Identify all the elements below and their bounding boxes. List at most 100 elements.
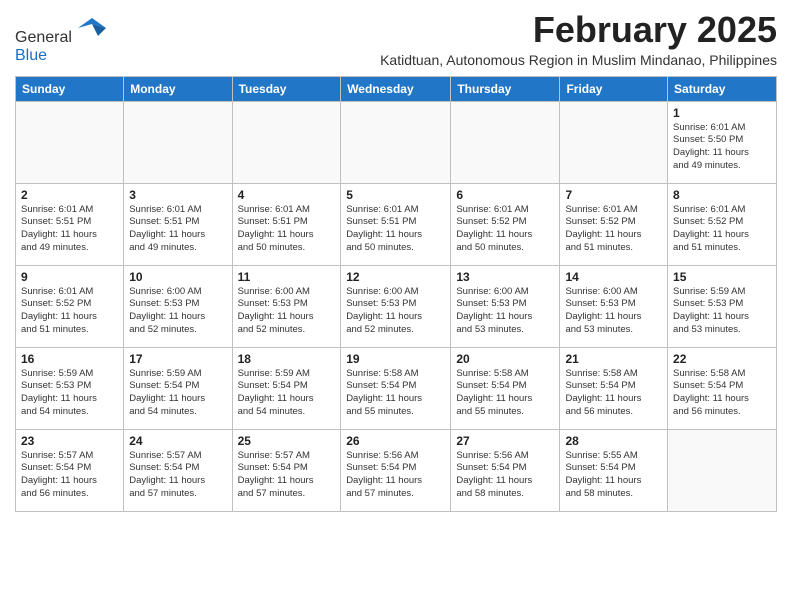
logo-general-text: General — [15, 29, 72, 46]
calendar-cell: 23 Sunrise: 5:57 AM Sunset: 5:54 PM Dayli… — [16, 429, 124, 511]
calendar-cell: 5 Sunrise: 6:01 AM Sunset: 5:51 PM Daylig… — [341, 183, 451, 265]
calendar-cell: 19 Sunrise: 5:58 AM Sunset: 5:54 PM Dayli… — [341, 347, 451, 429]
calendar-cell — [341, 101, 451, 183]
calendar-cell: 10 Sunrise: 6:00 AM Sunset: 5:53 PM Dayli… — [124, 265, 232, 347]
calendar-cell: 26Sunrise: 5:56 AM Sunset: 5:54 PM Dayli… — [341, 429, 451, 511]
page: General Blue February 2025 Katidtuan, Au… — [0, 0, 792, 522]
main-title: February 2025 — [380, 10, 777, 50]
calendar-cell: 18 Sunrise: 5:59 AM Sunset: 5:54 PM Dayli… — [232, 347, 341, 429]
day-info: Sunrise: 5:57 AM Sunset: 5:54 PM Dayligh… — [238, 450, 336, 501]
calendar-cell: 22 Sunrise: 5:58 AM Sunset: 5:54 PM Dayli… — [668, 347, 777, 429]
day-number: 5 — [346, 188, 445, 202]
day-info: Sunrise: 5:58 AM Sunset: 5:54 PM Dayligh… — [456, 368, 554, 419]
day-number: 27 — [456, 434, 554, 448]
logo-bird-icon — [78, 14, 106, 42]
col-header-tuesday: Tuesday — [232, 76, 341, 101]
day-number: 8 — [673, 188, 771, 202]
calendar-cell: 28Sunrise: 5:55 AM Sunset: 5:54 PM Dayli… — [560, 429, 668, 511]
day-number: 11 — [238, 270, 336, 284]
day-number: 23 — [21, 434, 118, 448]
week-row-3: 9 Sunrise: 6:01 AM Sunset: 5:52 PM Daylig… — [16, 265, 777, 347]
day-number: 22 — [673, 352, 771, 366]
col-header-sunday: Sunday — [16, 76, 124, 101]
calendar-cell: 27Sunrise: 5:56 AM Sunset: 5:54 PM Dayli… — [451, 429, 560, 511]
calendar-cell: 3 Sunrise: 6:01 AM Sunset: 5:51 PM Daylig… — [124, 183, 232, 265]
calendar-cell: 20 Sunrise: 5:58 AM Sunset: 5:54 PM Dayli… — [451, 347, 560, 429]
week-row-1: 1Sunrise: 6:01 AM Sunset: 5:50 PM Daylig… — [16, 101, 777, 183]
calendar-cell: 6 Sunrise: 6:01 AM Sunset: 5:52 PM Daylig… — [451, 183, 560, 265]
day-number: 26 — [346, 434, 445, 448]
calendar-cell — [232, 101, 341, 183]
calendar-cell — [124, 101, 232, 183]
day-info: Sunrise: 5:58 AM Sunset: 5:54 PM Dayligh… — [346, 368, 445, 419]
day-info: Sunrise: 6:01 AM Sunset: 5:52 PM Dayligh… — [673, 204, 771, 255]
calendar-table: SundayMondayTuesdayWednesdayThursdayFrid… — [15, 76, 777, 512]
day-number: 19 — [346, 352, 445, 366]
day-number: 4 — [238, 188, 336, 202]
logo-line1: General — [15, 14, 106, 47]
calendar-cell: 11Sunrise: 6:00 AM Sunset: 5:53 PM Dayli… — [232, 265, 341, 347]
col-header-friday: Friday — [560, 76, 668, 101]
day-info: Sunrise: 5:59 AM Sunset: 5:53 PM Dayligh… — [673, 286, 771, 337]
day-info: Sunrise: 6:00 AM Sunset: 5:53 PM Dayligh… — [129, 286, 226, 337]
header: General Blue February 2025 Katidtuan, Au… — [15, 10, 777, 68]
day-info: Sunrise: 6:01 AM Sunset: 5:51 PM Dayligh… — [238, 204, 336, 255]
day-info: Sunrise: 5:57 AM Sunset: 5:54 PM Dayligh… — [21, 450, 118, 501]
calendar-cell: 14 Sunrise: 6:00 AM Sunset: 5:53 PM Dayli… — [560, 265, 668, 347]
day-info: Sunrise: 6:00 AM Sunset: 5:53 PM Dayligh… — [346, 286, 445, 337]
day-number: 1 — [673, 106, 771, 120]
calendar-cell: 16 Sunrise: 5:59 AM Sunset: 5:53 PM Dayli… — [16, 347, 124, 429]
week-row-4: 16 Sunrise: 5:59 AM Sunset: 5:53 PM Dayli… — [16, 347, 777, 429]
day-number: 16 — [21, 352, 118, 366]
day-number: 25 — [238, 434, 336, 448]
day-number: 10 — [129, 270, 226, 284]
calendar-cell — [16, 101, 124, 183]
day-number: 14 — [565, 270, 662, 284]
day-number: 28 — [565, 434, 662, 448]
day-number: 9 — [21, 270, 118, 284]
calendar-header-row: SundayMondayTuesdayWednesdayThursdayFrid… — [16, 76, 777, 101]
calendar-cell: 4 Sunrise: 6:01 AM Sunset: 5:51 PM Daylig… — [232, 183, 341, 265]
day-info: Sunrise: 6:01 AM Sunset: 5:51 PM Dayligh… — [129, 204, 226, 255]
day-number: 18 — [238, 352, 336, 366]
col-header-wednesday: Wednesday — [341, 76, 451, 101]
day-info: Sunrise: 6:01 AM Sunset: 5:52 PM Dayligh… — [565, 204, 662, 255]
day-number: 12 — [346, 270, 445, 284]
week-row-5: 23 Sunrise: 5:57 AM Sunset: 5:54 PM Dayli… — [16, 429, 777, 511]
calendar-cell: 2 Sunrise: 6:01 AM Sunset: 5:51 PM Daylig… — [16, 183, 124, 265]
day-number: 21 — [565, 352, 662, 366]
day-number: 7 — [565, 188, 662, 202]
day-number: 2 — [21, 188, 118, 202]
day-info: Sunrise: 5:59 AM Sunset: 5:53 PM Dayligh… — [21, 368, 118, 419]
day-info: Sunrise: 6:01 AM Sunset: 5:51 PM Dayligh… — [21, 204, 118, 255]
calendar-cell: 21 Sunrise: 5:58 AM Sunset: 5:54 PM Dayli… — [560, 347, 668, 429]
calendar-cell — [668, 429, 777, 511]
day-info: Sunrise: 6:01 AM Sunset: 5:52 PM Dayligh… — [456, 204, 554, 255]
calendar-cell: 25 Sunrise: 5:57 AM Sunset: 5:54 PM Dayli… — [232, 429, 341, 511]
calendar-cell: 9 Sunrise: 6:01 AM Sunset: 5:52 PM Daylig… — [16, 265, 124, 347]
col-header-saturday: Saturday — [668, 76, 777, 101]
title-block: February 2025 Katidtuan, Autonomous Regi… — [380, 10, 777, 68]
day-number: 24 — [129, 434, 226, 448]
logo-blue-text: Blue — [15, 47, 106, 65]
day-number: 20 — [456, 352, 554, 366]
subtitle: Katidtuan, Autonomous Region in Muslim M… — [380, 52, 777, 68]
day-info: Sunrise: 6:01 AM Sunset: 5:51 PM Dayligh… — [346, 204, 445, 255]
logo: General Blue — [15, 14, 106, 65]
calendar-cell: 24Sunrise: 5:57 AM Sunset: 5:54 PM Dayli… — [124, 429, 232, 511]
day-number: 6 — [456, 188, 554, 202]
day-info: Sunrise: 6:00 AM Sunset: 5:53 PM Dayligh… — [565, 286, 662, 337]
day-info: Sunrise: 6:01 AM Sunset: 5:52 PM Dayligh… — [21, 286, 118, 337]
calendar-cell: 7 Sunrise: 6:01 AM Sunset: 5:52 PM Daylig… — [560, 183, 668, 265]
day-info: Sunrise: 5:59 AM Sunset: 5:54 PM Dayligh… — [129, 368, 226, 419]
calendar-cell: 1Sunrise: 6:01 AM Sunset: 5:50 PM Daylig… — [668, 101, 777, 183]
calendar-cell: 17Sunrise: 5:59 AM Sunset: 5:54 PM Dayli… — [124, 347, 232, 429]
calendar-cell: 13 Sunrise: 6:00 AM Sunset: 5:53 PM Dayli… — [451, 265, 560, 347]
day-number: 3 — [129, 188, 226, 202]
calendar-cell: 15Sunrise: 5:59 AM Sunset: 5:53 PM Dayli… — [668, 265, 777, 347]
day-info: Sunrise: 5:59 AM Sunset: 5:54 PM Dayligh… — [238, 368, 336, 419]
day-info: Sunrise: 6:00 AM Sunset: 5:53 PM Dayligh… — [456, 286, 554, 337]
day-number: 13 — [456, 270, 554, 284]
day-info: Sunrise: 5:58 AM Sunset: 5:54 PM Dayligh… — [565, 368, 662, 419]
day-info: Sunrise: 5:58 AM Sunset: 5:54 PM Dayligh… — [673, 368, 771, 419]
